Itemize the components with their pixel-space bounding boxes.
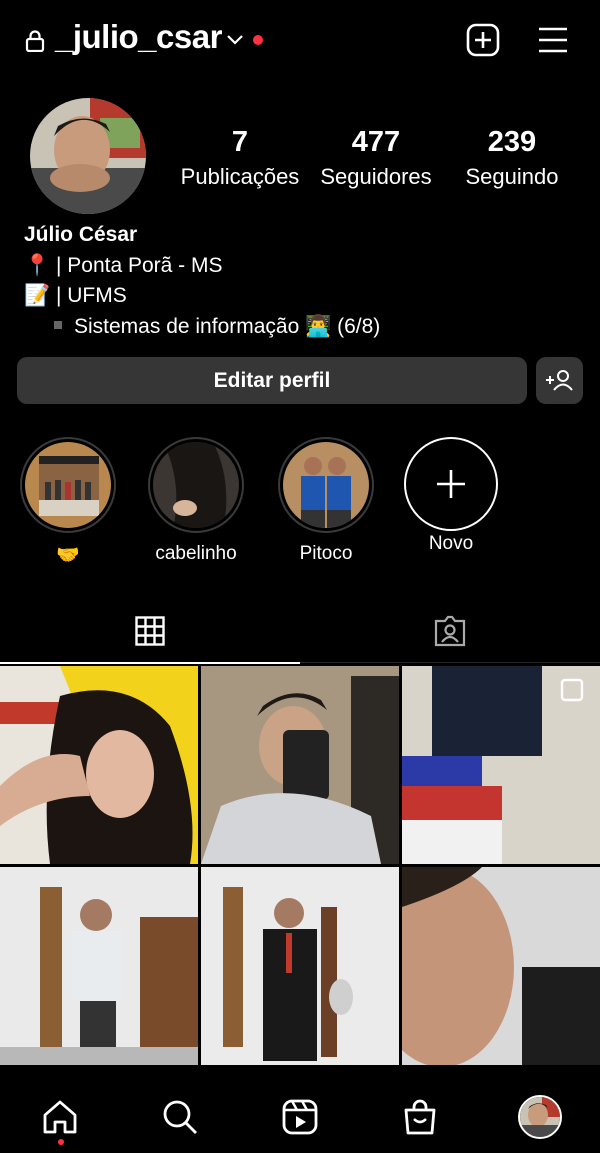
following-stat[interactable]: 239 Seguindo bbox=[452, 124, 572, 192]
following-count: 239 bbox=[487, 126, 537, 158]
post-thumbnail[interactable] bbox=[0, 666, 198, 864]
display-name: Júlio César bbox=[24, 223, 138, 246]
new-highlight-button[interactable]: Novo bbox=[386, 437, 516, 555]
edit-profile-button[interactable]: Editar perfil bbox=[17, 357, 527, 404]
followers-count: 477 bbox=[351, 126, 401, 158]
post-thumbnail[interactable] bbox=[0, 867, 198, 1065]
notification-dot bbox=[253, 35, 263, 45]
profile-avatar[interactable] bbox=[30, 98, 146, 214]
followers-stat[interactable]: 477 Seguidores bbox=[316, 124, 436, 192]
highlight-label: Pitoco bbox=[299, 543, 353, 564]
post-thumbnail[interactable] bbox=[201, 867, 399, 1065]
post-thumbnail[interactable] bbox=[201, 666, 399, 864]
highlight-cabelinho[interactable]: cabelinho bbox=[131, 437, 261, 565]
top-bar: _julio_csar bbox=[0, 0, 600, 82]
tagged-icon bbox=[434, 615, 466, 647]
tab-posts-grid[interactable] bbox=[0, 600, 300, 664]
posts-label: Publicações bbox=[180, 164, 300, 189]
bio-university: 📝 | UFMS bbox=[24, 284, 127, 307]
highlight-cover bbox=[25, 442, 111, 528]
new-post-icon[interactable] bbox=[466, 23, 500, 57]
add-person-icon bbox=[546, 370, 573, 391]
home-notification-dot bbox=[58, 1139, 64, 1145]
discover-people-button[interactable] bbox=[536, 357, 583, 404]
post-thumbnail[interactable] bbox=[402, 666, 600, 864]
account-username[interactable]: _julio_csar bbox=[55, 18, 222, 56]
chevron-down-icon[interactable] bbox=[226, 32, 244, 48]
highlight-label: Novo bbox=[428, 533, 474, 554]
profile-nav-avatar[interactable] bbox=[518, 1095, 562, 1139]
lock-icon bbox=[25, 30, 45, 52]
highlight-cover bbox=[153, 442, 239, 528]
home-icon[interactable] bbox=[40, 1097, 80, 1137]
highlight-pitoco[interactable]: Pitoco bbox=[261, 437, 391, 565]
post-thumbnail[interactable] bbox=[402, 867, 600, 1065]
menu-icon[interactable] bbox=[536, 24, 570, 56]
grid-icon bbox=[135, 616, 165, 646]
bullet-square bbox=[54, 321, 62, 330]
highlight-label: 🤝 bbox=[56, 545, 80, 566]
plus-icon bbox=[437, 470, 465, 498]
posts-stat[interactable]: 7 Publicações bbox=[170, 124, 310, 192]
following-label: Seguindo bbox=[465, 164, 559, 189]
reels-icon[interactable] bbox=[280, 1097, 320, 1137]
posts-count: 7 bbox=[231, 126, 249, 158]
shop-icon[interactable] bbox=[400, 1097, 440, 1137]
bio-course-row: Sistemas de informação 👨‍💻 (6/8) bbox=[24, 312, 380, 343]
followers-label: Seguidores bbox=[320, 164, 432, 189]
bio-location: 📍 | Ponta Porã - MS bbox=[24, 253, 223, 277]
highlight-label: cabelinho bbox=[155, 543, 237, 564]
highlight-cover bbox=[283, 442, 369, 528]
search-icon[interactable] bbox=[160, 1097, 200, 1137]
bottom-navigation bbox=[0, 1083, 600, 1153]
bio-course: Sistemas de informação 👨‍💻 (6/8) bbox=[74, 314, 381, 338]
profile-bio: Júlio César 📍 | Ponta Porã - MS 📝 | UFMS… bbox=[24, 220, 380, 342]
tab-tagged[interactable] bbox=[300, 600, 600, 663]
highlight-handshake[interactable]: 🤝 bbox=[3, 437, 133, 567]
